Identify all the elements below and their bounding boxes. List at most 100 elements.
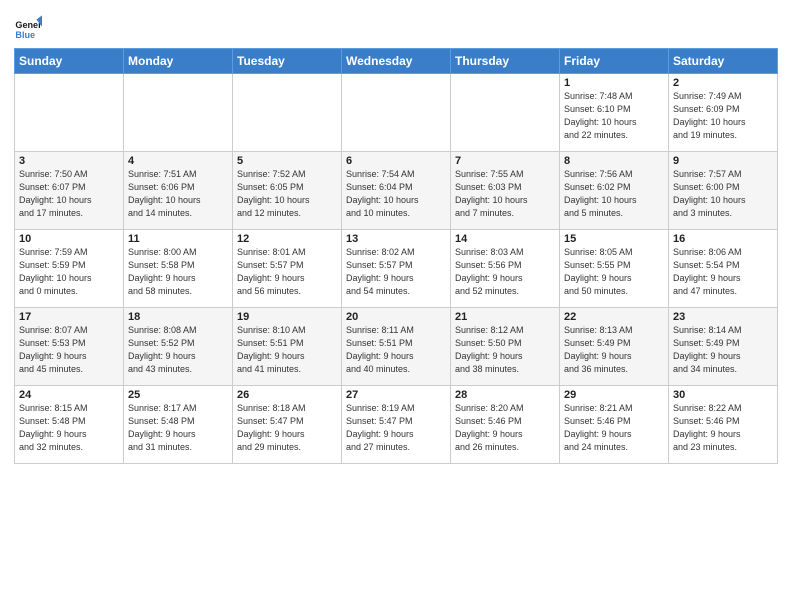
weekday-header-sunday: Sunday [15,49,124,74]
calendar-cell: 17Sunrise: 8:07 AM Sunset: 5:53 PM Dayli… [15,308,124,386]
header: General Blue [14,10,778,42]
day-info: Sunrise: 8:00 AM Sunset: 5:58 PM Dayligh… [128,246,228,298]
day-info: Sunrise: 8:08 AM Sunset: 5:52 PM Dayligh… [128,324,228,376]
day-number: 4 [128,155,228,167]
day-number: 13 [346,233,446,245]
day-number: 26 [237,389,337,401]
day-number: 3 [19,155,119,167]
calendar-cell: 3Sunrise: 7:50 AM Sunset: 6:07 PM Daylig… [15,152,124,230]
day-info: Sunrise: 7:56 AM Sunset: 6:02 PM Dayligh… [564,168,664,220]
week-row-5: 24Sunrise: 8:15 AM Sunset: 5:48 PM Dayli… [15,386,778,464]
calendar-cell: 2Sunrise: 7:49 AM Sunset: 6:09 PM Daylig… [669,74,778,152]
day-info: Sunrise: 7:57 AM Sunset: 6:00 PM Dayligh… [673,168,773,220]
weekday-header-friday: Friday [560,49,669,74]
day-number: 7 [455,155,555,167]
day-info: Sunrise: 8:18 AM Sunset: 5:47 PM Dayligh… [237,402,337,454]
calendar-cell: 6Sunrise: 7:54 AM Sunset: 6:04 PM Daylig… [342,152,451,230]
day-number: 12 [237,233,337,245]
day-number: 19 [237,311,337,323]
calendar-cell: 13Sunrise: 8:02 AM Sunset: 5:57 PM Dayli… [342,230,451,308]
day-info: Sunrise: 7:49 AM Sunset: 6:09 PM Dayligh… [673,90,773,142]
calendar-cell [124,74,233,152]
day-number: 6 [346,155,446,167]
day-info: Sunrise: 8:01 AM Sunset: 5:57 PM Dayligh… [237,246,337,298]
day-info: Sunrise: 8:03 AM Sunset: 5:56 PM Dayligh… [455,246,555,298]
calendar-cell: 26Sunrise: 8:18 AM Sunset: 5:47 PM Dayli… [233,386,342,464]
day-number: 20 [346,311,446,323]
day-info: Sunrise: 7:59 AM Sunset: 5:59 PM Dayligh… [19,246,119,298]
day-number: 1 [564,77,664,89]
calendar-cell: 28Sunrise: 8:20 AM Sunset: 5:46 PM Dayli… [451,386,560,464]
calendar-cell: 19Sunrise: 8:10 AM Sunset: 5:51 PM Dayli… [233,308,342,386]
day-info: Sunrise: 7:48 AM Sunset: 6:10 PM Dayligh… [564,90,664,142]
calendar-cell: 22Sunrise: 8:13 AM Sunset: 5:49 PM Dayli… [560,308,669,386]
day-number: 17 [19,311,119,323]
day-info: Sunrise: 8:17 AM Sunset: 5:48 PM Dayligh… [128,402,228,454]
calendar-cell: 12Sunrise: 8:01 AM Sunset: 5:57 PM Dayli… [233,230,342,308]
weekday-header-saturday: Saturday [669,49,778,74]
calendar-cell [342,74,451,152]
calendar-cell: 27Sunrise: 8:19 AM Sunset: 5:47 PM Dayli… [342,386,451,464]
calendar-cell: 11Sunrise: 8:00 AM Sunset: 5:58 PM Dayli… [124,230,233,308]
day-number: 15 [564,233,664,245]
page: General Blue SundayMondayTuesdayWednesda… [0,0,792,612]
day-number: 18 [128,311,228,323]
calendar-cell: 4Sunrise: 7:51 AM Sunset: 6:06 PM Daylig… [124,152,233,230]
day-number: 29 [564,389,664,401]
day-info: Sunrise: 7:54 AM Sunset: 6:04 PM Dayligh… [346,168,446,220]
day-info: Sunrise: 8:07 AM Sunset: 5:53 PM Dayligh… [19,324,119,376]
day-number: 5 [237,155,337,167]
day-info: Sunrise: 8:05 AM Sunset: 5:55 PM Dayligh… [564,246,664,298]
calendar-cell: 25Sunrise: 8:17 AM Sunset: 5:48 PM Dayli… [124,386,233,464]
day-info: Sunrise: 8:15 AM Sunset: 5:48 PM Dayligh… [19,402,119,454]
day-info: Sunrise: 8:14 AM Sunset: 5:49 PM Dayligh… [673,324,773,376]
day-info: Sunrise: 8:21 AM Sunset: 5:46 PM Dayligh… [564,402,664,454]
calendar-cell: 24Sunrise: 8:15 AM Sunset: 5:48 PM Dayli… [15,386,124,464]
day-info: Sunrise: 8:12 AM Sunset: 5:50 PM Dayligh… [455,324,555,376]
day-info: Sunrise: 8:13 AM Sunset: 5:49 PM Dayligh… [564,324,664,376]
week-row-4: 17Sunrise: 8:07 AM Sunset: 5:53 PM Dayli… [15,308,778,386]
calendar-cell: 16Sunrise: 8:06 AM Sunset: 5:54 PM Dayli… [669,230,778,308]
day-info: Sunrise: 7:52 AM Sunset: 6:05 PM Dayligh… [237,168,337,220]
day-number: 8 [564,155,664,167]
calendar-cell: 8Sunrise: 7:56 AM Sunset: 6:02 PM Daylig… [560,152,669,230]
calendar-cell: 14Sunrise: 8:03 AM Sunset: 5:56 PM Dayli… [451,230,560,308]
logo: General Blue [14,14,46,42]
day-number: 2 [673,77,773,89]
calendar-cell [233,74,342,152]
day-number: 21 [455,311,555,323]
day-number: 24 [19,389,119,401]
weekday-header-tuesday: Tuesday [233,49,342,74]
calendar-cell: 23Sunrise: 8:14 AM Sunset: 5:49 PM Dayli… [669,308,778,386]
day-info: Sunrise: 7:50 AM Sunset: 6:07 PM Dayligh… [19,168,119,220]
calendar-cell: 1Sunrise: 7:48 AM Sunset: 6:10 PM Daylig… [560,74,669,152]
calendar-cell: 10Sunrise: 7:59 AM Sunset: 5:59 PM Dayli… [15,230,124,308]
week-row-1: 1Sunrise: 7:48 AM Sunset: 6:10 PM Daylig… [15,74,778,152]
day-info: Sunrise: 8:11 AM Sunset: 5:51 PM Dayligh… [346,324,446,376]
calendar-cell [451,74,560,152]
weekday-header-wednesday: Wednesday [342,49,451,74]
logo-icon: General Blue [14,14,42,42]
week-row-2: 3Sunrise: 7:50 AM Sunset: 6:07 PM Daylig… [15,152,778,230]
calendar-cell: 20Sunrise: 8:11 AM Sunset: 5:51 PM Dayli… [342,308,451,386]
day-number: 9 [673,155,773,167]
day-number: 22 [564,311,664,323]
day-info: Sunrise: 7:51 AM Sunset: 6:06 PM Dayligh… [128,168,228,220]
day-number: 23 [673,311,773,323]
day-number: 14 [455,233,555,245]
day-number: 30 [673,389,773,401]
calendar-cell: 15Sunrise: 8:05 AM Sunset: 5:55 PM Dayli… [560,230,669,308]
calendar-cell: 29Sunrise: 8:21 AM Sunset: 5:46 PM Dayli… [560,386,669,464]
day-info: Sunrise: 8:10 AM Sunset: 5:51 PM Dayligh… [237,324,337,376]
day-info: Sunrise: 7:55 AM Sunset: 6:03 PM Dayligh… [455,168,555,220]
day-info: Sunrise: 8:20 AM Sunset: 5:46 PM Dayligh… [455,402,555,454]
calendar-cell: 21Sunrise: 8:12 AM Sunset: 5:50 PM Dayli… [451,308,560,386]
day-number: 25 [128,389,228,401]
weekday-header-monday: Monday [124,49,233,74]
day-info: Sunrise: 8:02 AM Sunset: 5:57 PM Dayligh… [346,246,446,298]
day-number: 11 [128,233,228,245]
calendar-cell: 9Sunrise: 7:57 AM Sunset: 6:00 PM Daylig… [669,152,778,230]
weekday-header-thursday: Thursday [451,49,560,74]
day-number: 16 [673,233,773,245]
calendar-cell [15,74,124,152]
